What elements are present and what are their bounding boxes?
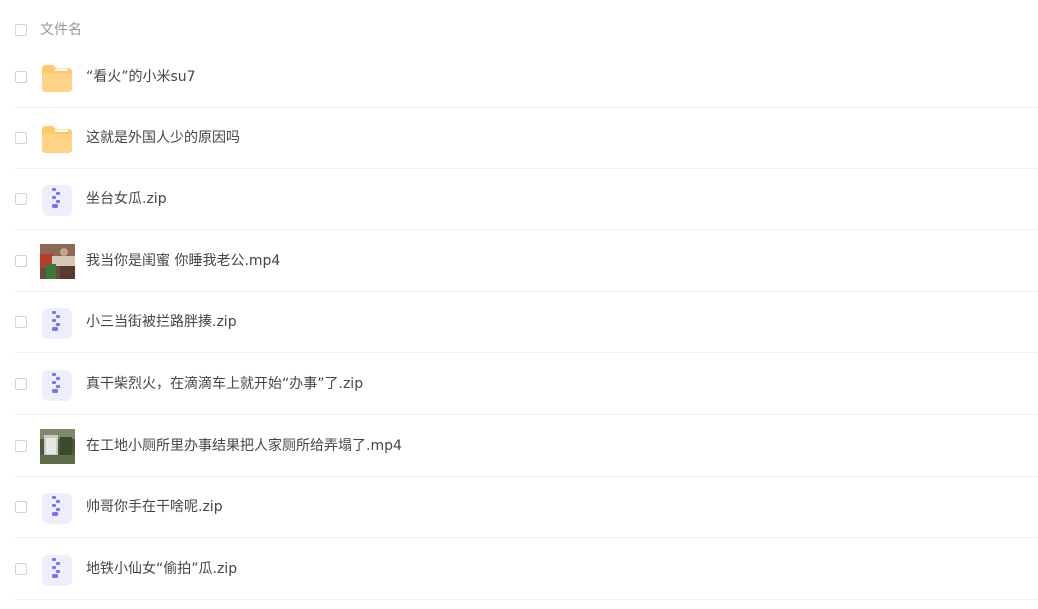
zip-icon bbox=[40, 553, 74, 587]
file-name[interactable]: 地铁小仙女“偷拍”瓜.zip bbox=[86, 559, 237, 579]
file-name[interactable]: 真干柴烈火，在滴滴车上就开始“办事”了.zip bbox=[86, 374, 363, 394]
file-name[interactable]: “看火”的小米su7 bbox=[86, 67, 196, 87]
folder-icon bbox=[40, 61, 74, 95]
folder-icon bbox=[40, 122, 74, 156]
file-row[interactable]: 地铁小仙女“偷拍”瓜.zip bbox=[0, 539, 1038, 600]
file-name[interactable]: 这就是外国人少的原因吗 bbox=[86, 128, 240, 148]
row-checkbox[interactable] bbox=[15, 440, 27, 452]
column-header-filename[interactable]: 文件名 bbox=[40, 20, 82, 40]
row-checkbox[interactable] bbox=[15, 71, 27, 83]
file-name[interactable]: 坐台女瓜.zip bbox=[86, 189, 167, 209]
file-row[interactable]: 坐台女瓜.zip bbox=[0, 169, 1038, 230]
row-checkbox[interactable] bbox=[15, 378, 27, 390]
video-thumbnail bbox=[40, 429, 75, 464]
zip-icon bbox=[40, 306, 74, 340]
row-divider bbox=[15, 352, 1038, 353]
row-divider bbox=[15, 414, 1038, 415]
row-checkbox[interactable] bbox=[15, 255, 27, 267]
file-list: 文件名 “看火”的小米su7 这就是外国人少的原因吗 坐台女瓜.zip 我当你是… bbox=[0, 0, 1038, 609]
row-checkbox[interactable] bbox=[15, 501, 27, 513]
file-row[interactable]: 真干柴烈火，在滴滴车上就开始“办事”了.zip bbox=[0, 354, 1038, 415]
zip-icon bbox=[40, 491, 74, 525]
row-divider bbox=[15, 537, 1038, 538]
row-divider bbox=[15, 229, 1038, 230]
file-name[interactable]: 我当你是闺蜜 你睡我老公.mp4 bbox=[86, 251, 280, 271]
file-list-header: 文件名 bbox=[0, 12, 1038, 48]
file-name[interactable]: 在工地小厕所里办事结果把人家厕所给弄塌了.mp4 bbox=[86, 436, 402, 456]
zip-icon bbox=[40, 183, 74, 217]
select-all-checkbox[interactable] bbox=[15, 24, 27, 36]
row-divider bbox=[15, 599, 1038, 600]
zip-icon bbox=[40, 368, 74, 402]
row-checkbox[interactable] bbox=[15, 563, 27, 575]
file-name[interactable]: 帅哥你手在干啥呢.zip bbox=[86, 497, 223, 517]
row-checkbox[interactable] bbox=[15, 132, 27, 144]
file-row[interactable]: “看火”的小米su7 bbox=[0, 47, 1038, 108]
file-row[interactable]: 我当你是闺蜜 你睡我老公.mp4 bbox=[0, 231, 1038, 292]
row-checkbox[interactable] bbox=[15, 193, 27, 205]
file-name[interactable]: 小三当街被拦路胖揍.zip bbox=[86, 312, 237, 332]
file-row[interactable]: 小三当街被拦路胖揍.zip bbox=[0, 292, 1038, 353]
file-row[interactable]: 这就是外国人少的原因吗 bbox=[0, 108, 1038, 169]
file-row[interactable]: 帅哥你手在干啥呢.zip bbox=[0, 477, 1038, 538]
file-row[interactable]: 在工地小厕所里办事结果把人家厕所给弄塌了.mp4 bbox=[0, 416, 1038, 477]
row-checkbox[interactable] bbox=[15, 316, 27, 328]
video-thumbnail bbox=[40, 244, 75, 279]
